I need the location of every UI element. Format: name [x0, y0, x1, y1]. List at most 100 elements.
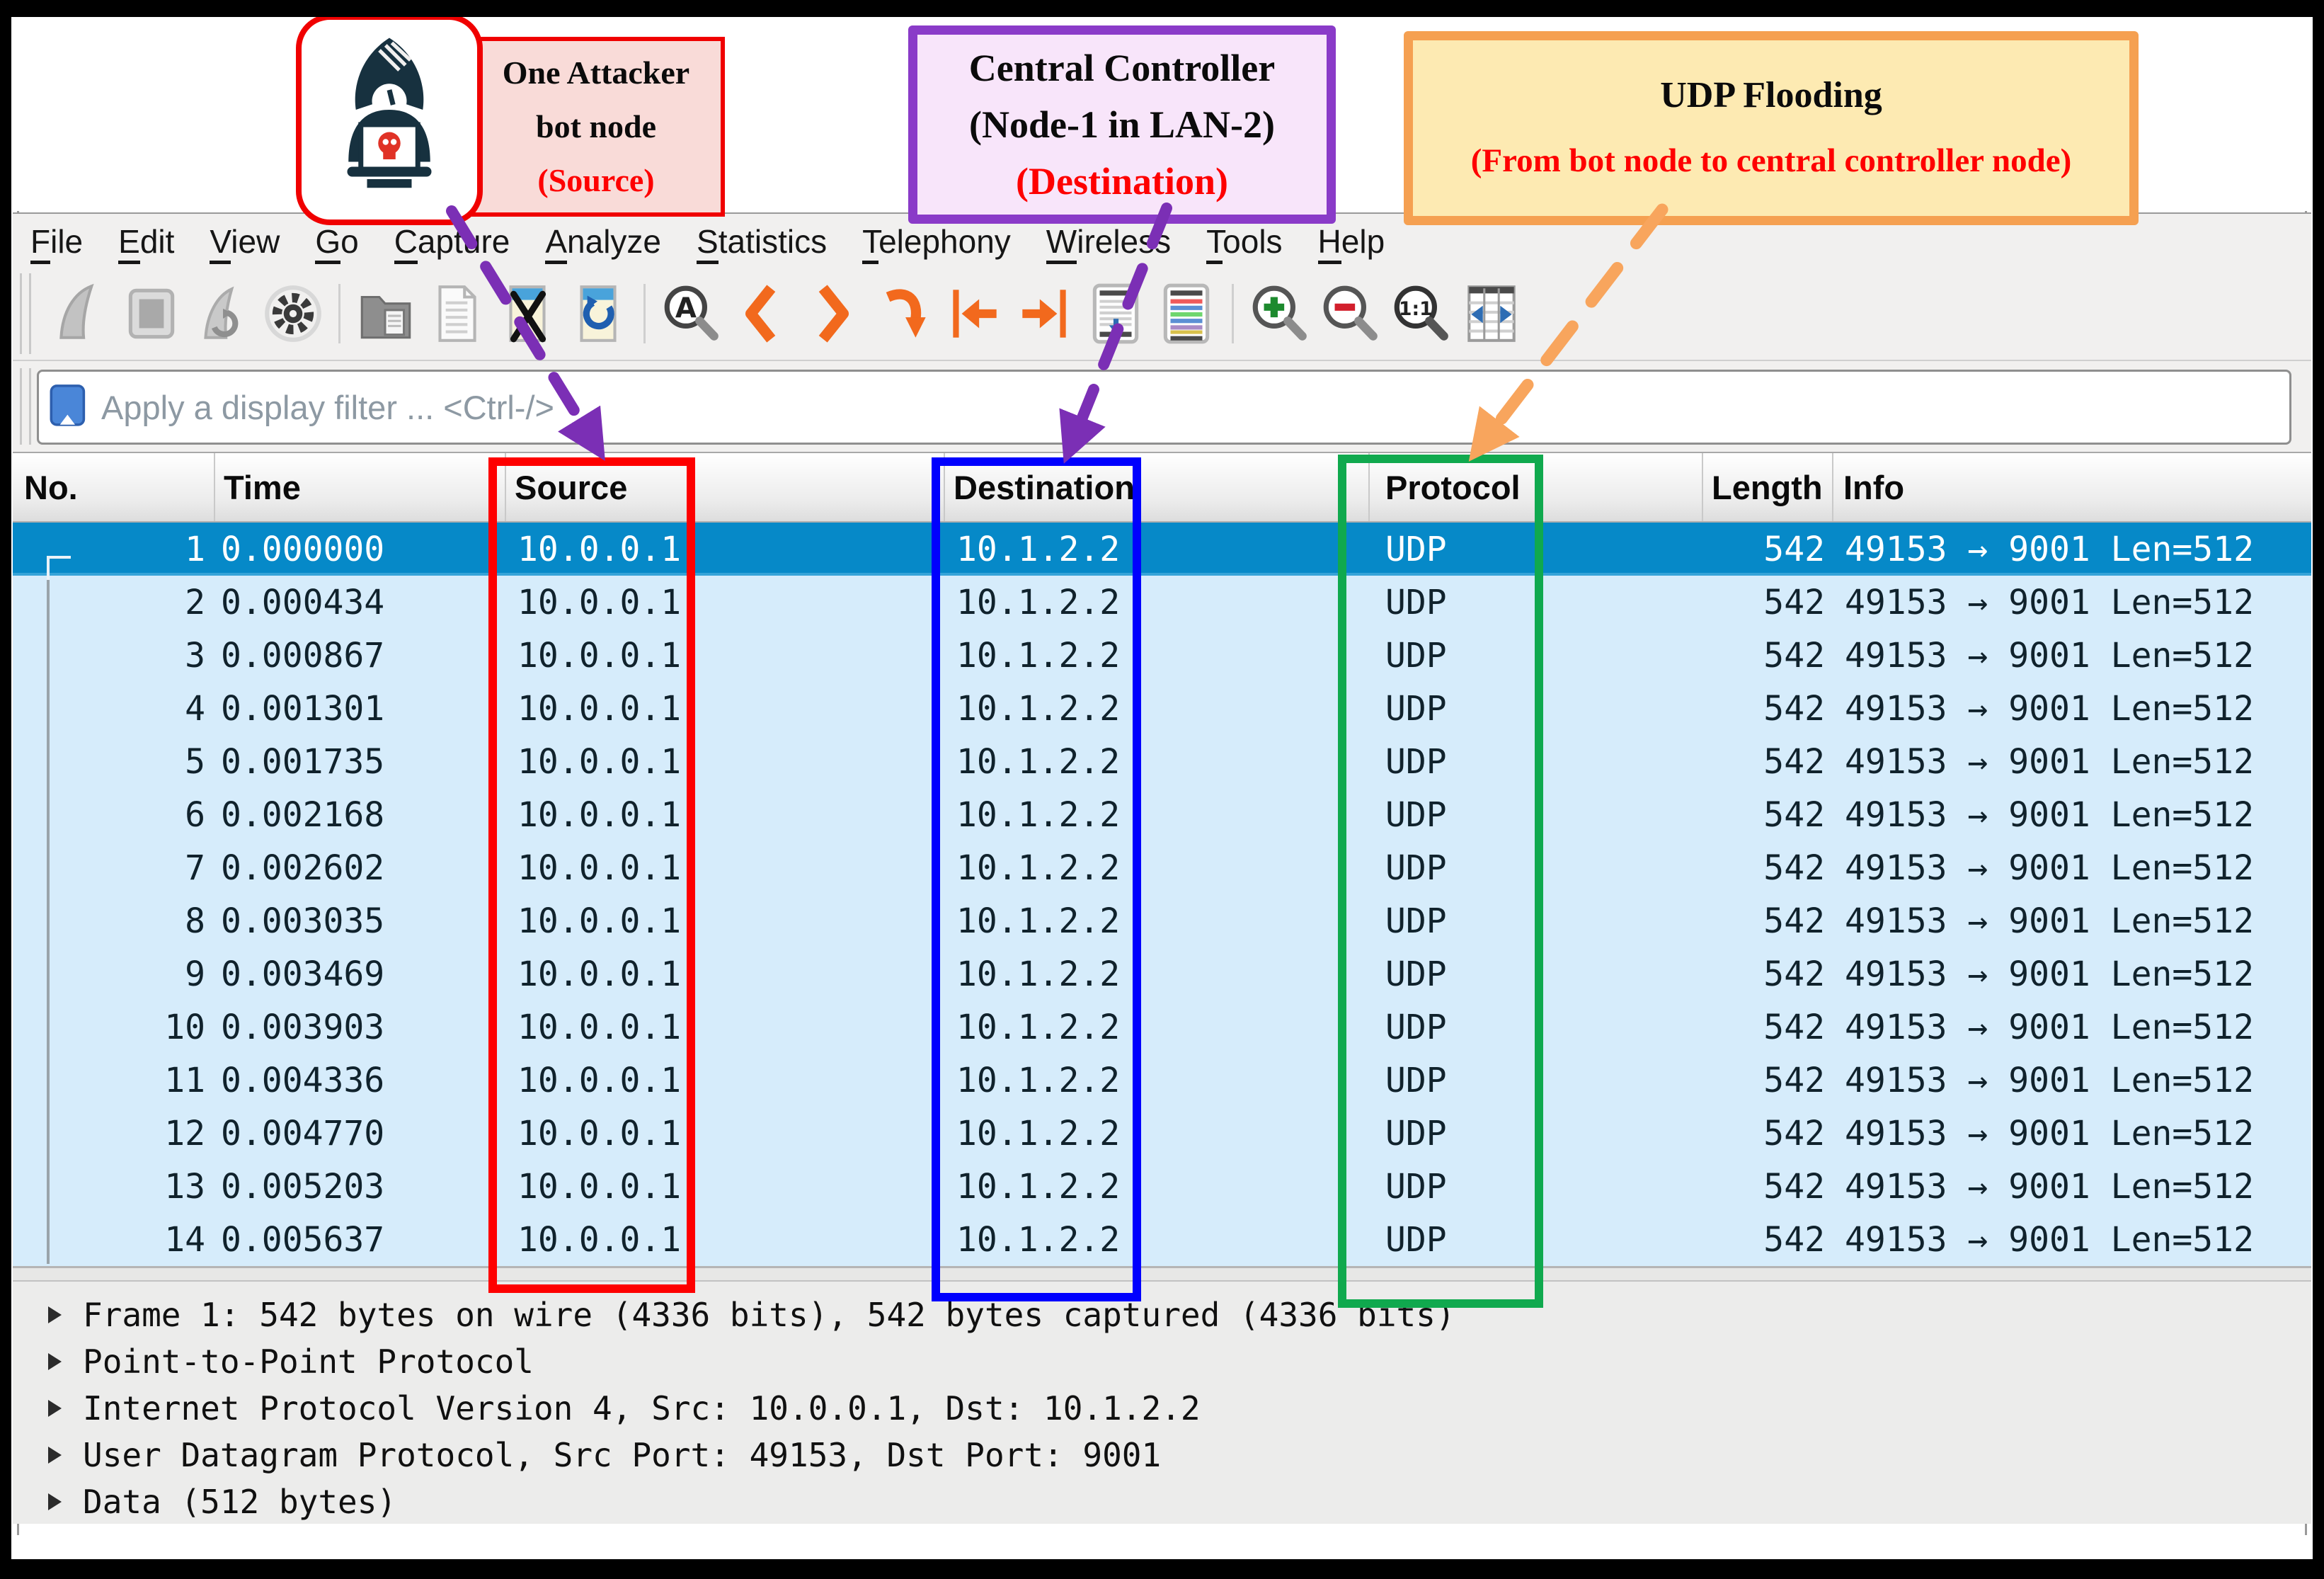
cell-info: 49153 → 9001 Len=512 [1833, 1054, 2311, 1107]
packet-row[interactable]: 70.00260210.0.0.110.1.2.2UDP54249153 → 9… [13, 841, 2311, 894]
attacker-callout-icon-box [296, 14, 483, 225]
bookmark-icon[interactable] [47, 382, 91, 433]
packet-row[interactable]: 100.00390310.0.0.110.1.2.2UDP54249153 → … [13, 1001, 2311, 1054]
cell-protocol: UDP [1370, 735, 1703, 788]
zoom-original-icon[interactable]: 1:1 [1385, 278, 1456, 349]
detail-text: Internet Protocol Version 4, Src: 10.0.0… [83, 1389, 1201, 1427]
menu-item-wireless[interactable]: Wireless [1029, 222, 1189, 261]
cell-protocol: UDP [1370, 523, 1703, 576]
column-header-destination[interactable]: Destination [945, 453, 1370, 521]
last-packet-icon[interactable] [1009, 278, 1080, 349]
pane-splitter[interactable] [13, 1266, 2311, 1282]
column-header-no[interactable]: No. [13, 453, 215, 521]
expander-triangle-icon[interactable] [48, 1353, 62, 1370]
packet-row[interactable]: 80.00303510.0.0.110.1.2.2UDP54249153 → 9… [13, 894, 2311, 947]
packet-row[interactable]: 110.00433610.0.0.110.1.2.2UDP54249153 → … [13, 1054, 2311, 1107]
expander-triangle-icon[interactable] [48, 1493, 62, 1510]
menu-item-go[interactable]: Go [297, 222, 376, 261]
conversation-bracket-line [47, 580, 50, 1264]
restart-capture-icon[interactable] [187, 278, 258, 349]
detail-line[interactable]: Point-to-Point Protocol [13, 1338, 2311, 1385]
cell-no: 3 [13, 629, 215, 682]
column-header-source[interactable]: Source [506, 453, 945, 521]
save-file-icon[interactable] [421, 278, 492, 349]
packet-row[interactable]: 20.00043410.0.0.110.1.2.2UDP54249153 → 9… [13, 576, 2311, 629]
colorize-icon[interactable] [1151, 278, 1222, 349]
cell-no: 11 [13, 1054, 215, 1107]
expander-triangle-icon[interactable] [48, 1447, 62, 1464]
packet-list[interactable]: 10.00000010.0.0.110.1.2.2UDP54249153 → 9… [13, 523, 2311, 1266]
expander-triangle-icon[interactable] [48, 1306, 62, 1323]
column-header-info[interactable]: Info [1833, 453, 2311, 521]
resize-columns-icon[interactable] [1456, 278, 1527, 349]
auto-scroll-icon[interactable] [1080, 278, 1151, 349]
controller-callout-line2: (Node-1 in LAN-2) [969, 96, 1275, 153]
toolbar-separator [643, 284, 646, 343]
flooding-callout-line2: (From bot node to central controller nod… [1471, 128, 2071, 193]
detail-line[interactable]: Frame 1: 542 bytes on wire (4336 bits), … [13, 1292, 2311, 1338]
detail-line[interactable]: Internet Protocol Version 4, Src: 10.0.0… [13, 1385, 2311, 1432]
packet-details-pane[interactable]: Frame 1: 542 bytes on wire (4336 bits), … [13, 1282, 2311, 1524]
menu-item-help[interactable]: Help [1300, 222, 1403, 261]
menu-item-analyze[interactable]: Analyze [527, 222, 679, 261]
cell-info: 49153 → 9001 Len=512 [1833, 735, 2311, 788]
zoom-in-icon[interactable] [1244, 278, 1315, 349]
cell-length: 542 [1703, 1001, 1833, 1054]
display-filter-input[interactable]: Apply a display filter ... <Ctrl-/> [37, 370, 2291, 445]
capture-options-icon[interactable] [258, 278, 328, 349]
menu-item-edit[interactable]: Edit [101, 222, 192, 261]
svg-text:A: A [675, 292, 697, 324]
cell-no: 8 [13, 894, 215, 947]
close-file-icon[interactable] [492, 278, 563, 349]
column-header-time[interactable]: Time [215, 453, 506, 521]
menu-item-tools[interactable]: Tools [1189, 222, 1300, 261]
attacker-callout: One Attacker bot node (Source) [467, 37, 725, 217]
open-file-icon[interactable] [350, 278, 421, 349]
stop-capture-icon[interactable] [116, 278, 187, 349]
start-capture-icon[interactable] [45, 278, 116, 349]
menu-item-telephony[interactable]: Telephony [845, 222, 1029, 261]
detail-line[interactable]: User Datagram Protocol, Src Port: 49153,… [13, 1432, 2311, 1478]
cell-info: 49153 → 9001 Len=512 [1833, 523, 2311, 576]
packet-row[interactable]: 140.00563710.0.0.110.1.2.2UDP54249153 → … [13, 1213, 2311, 1266]
reload-file-icon[interactable] [563, 278, 634, 349]
menu-item-file[interactable]: File [13, 222, 101, 261]
packet-row[interactable]: 40.00130110.0.0.110.1.2.2UDP54249153 → 9… [13, 682, 2311, 735]
cell-destination: 10.1.2.2 [945, 1054, 1370, 1107]
cell-length: 542 [1703, 841, 1833, 894]
go-to-packet-icon[interactable] [868, 278, 939, 349]
previous-packet-icon[interactable] [726, 278, 797, 349]
cell-info: 49153 → 9001 Len=512 [1833, 682, 2311, 735]
menu-item-view[interactable]: View [192, 222, 297, 261]
controller-callout: Central Controller (Node-1 in LAN-2) (De… [908, 25, 1336, 224]
cell-info: 49153 → 9001 Len=512 [1833, 576, 2311, 629]
packet-row[interactable]: 90.00346910.0.0.110.1.2.2UDP54249153 → 9… [13, 947, 2311, 1001]
cell-destination: 10.1.2.2 [945, 1107, 1370, 1160]
cell-time: 0.000000 [215, 523, 506, 576]
cell-time: 0.004770 [215, 1107, 506, 1160]
packet-row[interactable]: 130.00520310.0.0.110.1.2.2UDP54249153 → … [13, 1160, 2311, 1213]
attacker-callout-line2: bot node [536, 100, 656, 154]
controller-callout-line3: (Destination) [1016, 153, 1228, 210]
svg-text:1:1: 1:1 [1399, 298, 1433, 320]
cell-time: 0.002168 [215, 788, 506, 841]
cell-source: 10.0.0.1 [506, 1213, 945, 1266]
detail-line[interactable]: Data (512 bytes) [13, 1478, 2311, 1525]
packet-row[interactable]: 50.00173510.0.0.110.1.2.2UDP54249153 → 9… [13, 735, 2311, 788]
packet-row[interactable]: 60.00216810.0.0.110.1.2.2UDP54249153 → 9… [13, 788, 2311, 841]
packet-row[interactable]: 30.00086710.0.0.110.1.2.2UDP54249153 → 9… [13, 629, 2311, 682]
packet-list-header[interactable]: No.TimeSourceDestinationProtocolLengthIn… [13, 452, 2311, 523]
column-header-protocol[interactable]: Protocol [1370, 453, 1703, 521]
expander-triangle-icon[interactable] [48, 1400, 62, 1417]
menu-item-statistics[interactable]: Statistics [679, 222, 845, 261]
first-packet-icon[interactable] [939, 278, 1009, 349]
next-packet-icon[interactable] [797, 278, 868, 349]
cell-time: 0.002602 [215, 841, 506, 894]
column-header-length[interactable]: Length [1703, 453, 1833, 521]
packet-row[interactable]: 10.00000010.0.0.110.1.2.2UDP54249153 → 9… [13, 523, 2311, 576]
menu-item-capture[interactable]: Capture [377, 222, 528, 261]
zoom-out-icon[interactable] [1315, 278, 1385, 349]
packet-row[interactable]: 120.00477010.0.0.110.1.2.2UDP54249153 → … [13, 1107, 2311, 1160]
find-packet-icon[interactable]: A [656, 278, 726, 349]
filter-placeholder: Apply a display filter ... <Ctrl-/> [101, 388, 554, 427]
